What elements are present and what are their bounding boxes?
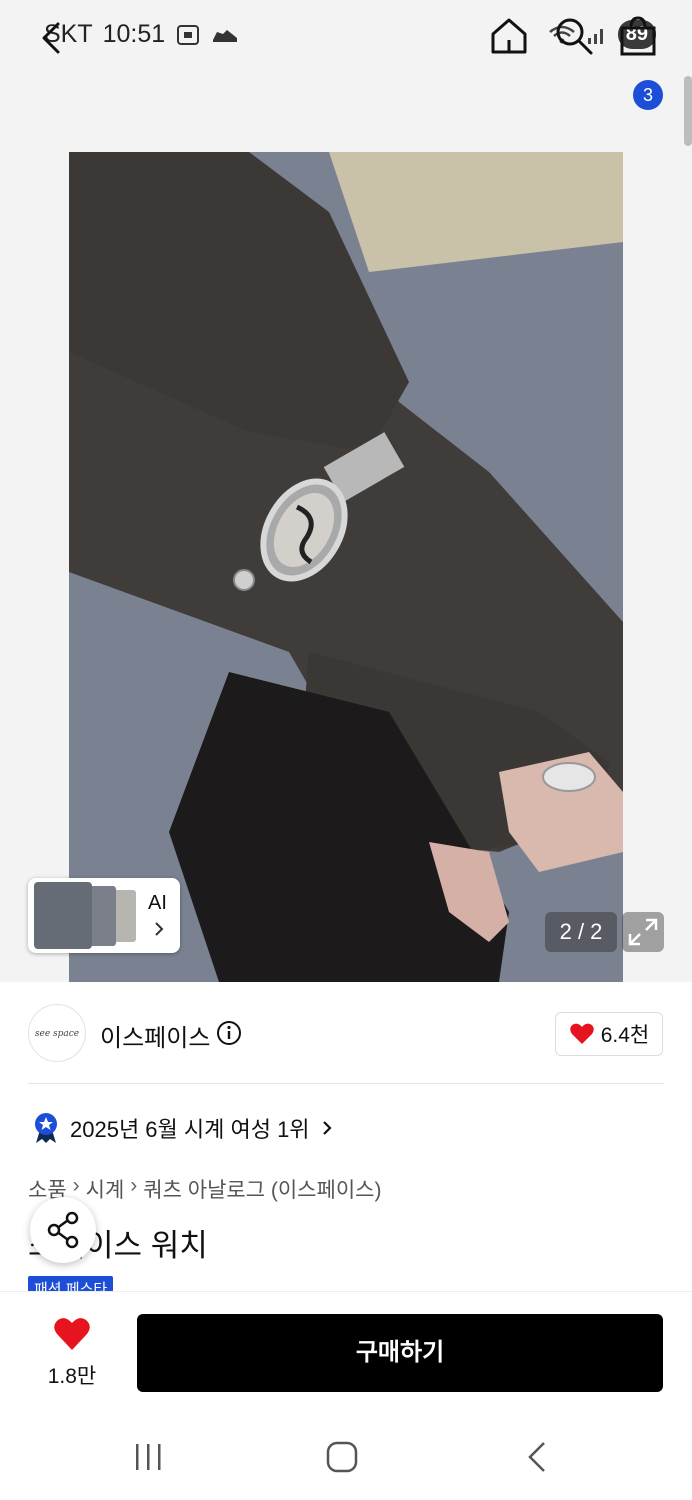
ai-label[interactable]: AI bbox=[148, 892, 167, 915]
share-button[interactable] bbox=[30, 1197, 96, 1263]
system-navigation-bar bbox=[0, 1411, 692, 1500]
product-photo bbox=[69, 152, 623, 982]
divider bbox=[28, 1083, 664, 1084]
recent-apps-icon[interactable] bbox=[130, 1441, 166, 1473]
image-pager: 2 / 2 bbox=[545, 912, 617, 952]
system-home-icon[interactable] bbox=[323, 1439, 361, 1475]
wishlist-heart-icon[interactable] bbox=[52, 1316, 92, 1352]
home-icon[interactable] bbox=[487, 14, 531, 58]
thumbnail-1[interactable] bbox=[34, 882, 92, 949]
chevron-right-icon bbox=[155, 922, 164, 936]
ranking-badge-icon bbox=[35, 1113, 57, 1143]
breadcrumb-separator: › bbox=[130, 1174, 138, 1197]
ranking-text: 2025년 6월 시계 여성 1위 bbox=[70, 1117, 310, 1142]
cart-count-badge: 3 bbox=[633, 80, 663, 110]
cart-icon[interactable] bbox=[616, 14, 660, 58]
scroll-indicator bbox=[684, 76, 692, 146]
shoe-icon bbox=[213, 29, 238, 42]
brand-logo[interactable]: see space bbox=[28, 1004, 86, 1062]
top-navigation bbox=[0, 70, 692, 152]
chevron-right-icon bbox=[322, 1121, 332, 1135]
brand-like-button[interactable]: 6.4천 bbox=[555, 1012, 663, 1056]
clock: 10:51 bbox=[102, 20, 166, 48]
promo-tag: 패션 페스타 bbox=[28, 1276, 114, 1292]
brand-row: see space 이스페이스 6.4천 bbox=[0, 984, 692, 1084]
thumbnail-strip[interactable]: AI bbox=[28, 878, 180, 953]
search-icon[interactable] bbox=[552, 14, 596, 58]
info-icon[interactable] bbox=[216, 1020, 242, 1046]
screenshot-icon bbox=[177, 24, 200, 45]
share-icon bbox=[47, 1211, 79, 1249]
buy-button[interactable]: 구매하기 bbox=[137, 1314, 663, 1392]
ranking-row[interactable]: 2025년 6월 시계 여성 1위 bbox=[32, 1112, 334, 1144]
expand-button[interactable] bbox=[622, 912, 664, 952]
product-image[interactable] bbox=[69, 152, 623, 982]
bottom-action-bar: 1.8만 구매하기 bbox=[0, 1291, 692, 1411]
back-arrow-icon[interactable] bbox=[34, 16, 74, 60]
brand-name[interactable]: 이스페이스 bbox=[100, 1018, 210, 1053]
breadcrumb-item[interactable]: 쿼츠 아날로그 (이스페이스) bbox=[143, 1174, 381, 1204]
expand-icon bbox=[628, 918, 658, 946]
wishlist-count: 1.8만 bbox=[47, 1365, 97, 1388]
system-back-icon[interactable] bbox=[522, 1439, 552, 1475]
brand-like-count: 6.4천 bbox=[600, 1024, 650, 1047]
heart-icon bbox=[569, 1023, 594, 1044]
